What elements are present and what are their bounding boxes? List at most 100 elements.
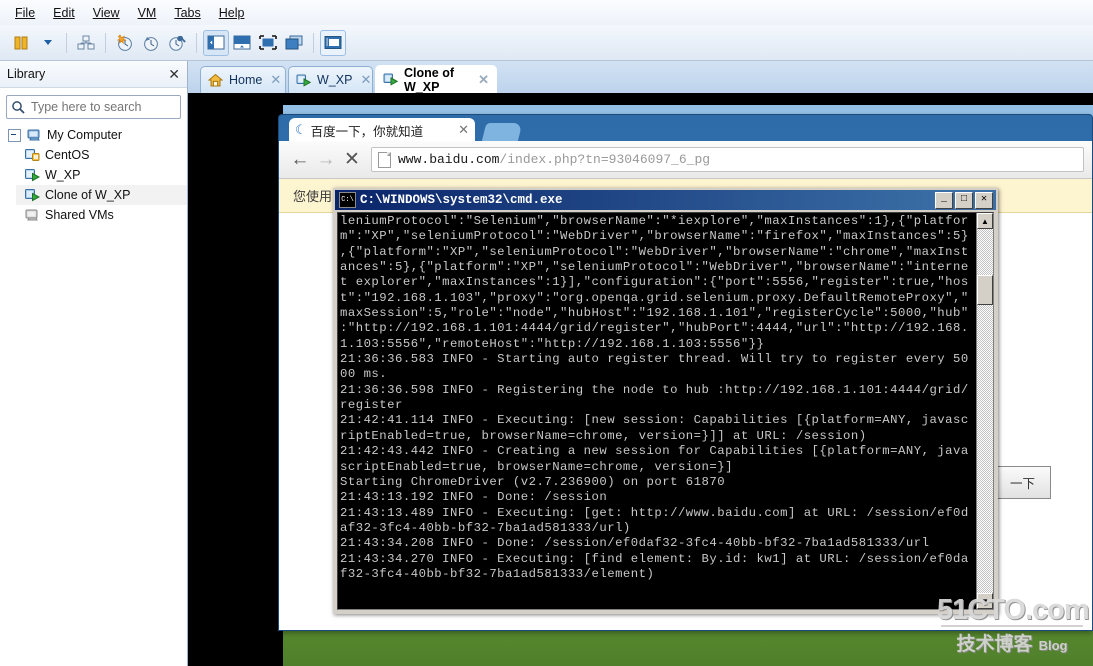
- search-input[interactable]: [29, 99, 194, 115]
- cmd-line: riptEnabled=true, browserName=chrome, ve…: [340, 428, 867, 443]
- tab-clone-of-w-xp[interactable]: Clone of W_XP ✕: [375, 65, 497, 94]
- home-icon: [207, 73, 224, 88]
- manage-snapshots-icon[interactable]: [73, 30, 99, 56]
- cmd-client-area: leniumProtocol":"Selenium","browserName"…: [337, 212, 994, 610]
- maximize-button[interactable]: □: [955, 191, 973, 209]
- close-icon[interactable]: ✕: [270, 72, 281, 88]
- tab-label: W_XP: [317, 73, 353, 87]
- cmd-line: :"http://192.168.1.101:4444/grid/registe…: [340, 321, 969, 336]
- close-icon[interactable]: ✕: [478, 72, 489, 88]
- console-icon: C:\: [339, 192, 356, 208]
- power-on-vm-icon[interactable]: [8, 30, 34, 56]
- menu-tabs[interactable]: Tabs: [165, 3, 209, 23]
- cmd-line: ,{"platform":"XP","seleniumProtocol":"We…: [340, 244, 969, 259]
- cmd-line: 21:42:41.114 INFO - Executing: [new sess…: [340, 413, 969, 428]
- tab-label: Clone of W_XP: [404, 65, 454, 94]
- chrome-toolbar: ← → ✕ www.baidu.com/index.php?tn=9304609…: [279, 141, 1092, 179]
- baidu-search-button-label: 一下: [1009, 477, 1035, 491]
- toolbar-separator: [66, 32, 67, 53]
- cmd-line: 00 ms.: [340, 367, 388, 382]
- cmd-line: maxSession":5,"role":"node","hubHost":"1…: [340, 306, 969, 321]
- tree-item-label: Shared VMs: [45, 208, 114, 222]
- show-thumbnail-bar-icon[interactable]: [229, 30, 255, 56]
- close-button[interactable]: ✕: [975, 191, 993, 209]
- address-bar[interactable]: www.baidu.com/index.php?tn=93046097_6_pg: [371, 147, 1084, 172]
- baidu-search-button[interactable]: 一下: [994, 466, 1051, 499]
- show-library-icon[interactable]: [203, 29, 229, 56]
- search-icon: [11, 100, 25, 114]
- menu-view[interactable]: View: [84, 3, 129, 23]
- cmd-line: 21:36:36.583 INFO - Starting auto regist…: [340, 352, 969, 367]
- console-view-icon[interactable]: [320, 29, 346, 56]
- chrome-tab-baidu[interactable]: ☾ 百度一下，你就知道 ✕: [289, 118, 475, 142]
- cmd-output-text: leniumProtocol":"Selenium","browserName"…: [338, 213, 976, 609]
- cmd-line: f32-3fc4-40bb-bf32-7ba1ad581333/element): [340, 566, 655, 581]
- cmd-line: register: [340, 398, 403, 413]
- new-tab-button[interactable]: [481, 123, 523, 142]
- enter-fullscreen-icon[interactable]: [255, 30, 281, 56]
- close-icon[interactable]: ✕: [444, 122, 469, 138]
- scroll-up-icon[interactable]: ▲: [977, 213, 993, 229]
- unity-mode-icon[interactable]: [281, 30, 307, 56]
- tab-home[interactable]: Home ✕: [200, 66, 286, 93]
- toolbar-separator: [105, 32, 106, 53]
- toolbar-separator: [196, 32, 197, 53]
- menu-file-label: File: [15, 5, 36, 20]
- cmd-scrollbar[interactable]: ▲ ▼: [976, 213, 993, 609]
- collapse-icon[interactable]: [8, 128, 21, 142]
- vmware-workstation-window: File Edit View VM Tabs Help Library ✕ Ty…: [0, 0, 1093, 666]
- tree-item-my-computer[interactable]: My Computer: [0, 125, 187, 145]
- cmd-window-buttons: _ □ ✕: [935, 191, 994, 209]
- cmd-title-text: C:\WINDOWS\system32\cmd.exe: [360, 193, 563, 207]
- tree-item-centos[interactable]: CentOS: [16, 145, 187, 165]
- back-icon[interactable]: ←: [287, 147, 313, 173]
- scrollbar-thumb[interactable]: [977, 275, 993, 305]
- tree-item-w-xp[interactable]: W_XP: [16, 165, 187, 185]
- address-path: /index.php?tn=93046097_6_pg: [499, 152, 711, 167]
- library-title: Library: [7, 67, 46, 81]
- tree-item-clone-of-w-xp[interactable]: Clone of W_XP: [16, 185, 187, 205]
- vm-tab-strip: Home ✕ W_XP ✕ Clone of W_XP ✕: [188, 61, 1093, 94]
- tree-item-shared-vms[interactable]: Shared VMs: [0, 205, 187, 225]
- menu-vm[interactable]: VM: [129, 3, 166, 23]
- forward-icon[interactable]: →: [313, 147, 339, 173]
- scroll-down-icon[interactable]: ▼: [977, 593, 993, 609]
- vm-powered-on-icon: [24, 167, 41, 183]
- shared-vms-icon: [24, 207, 40, 223]
- menu-bar: File Edit View VM Tabs Help: [0, 0, 1093, 25]
- cmd-line: 21:36:36.598 INFO - Registering the node…: [340, 382, 969, 397]
- address-bar-text: www.baidu.com/index.php?tn=93046097_6_pg: [398, 152, 710, 167]
- vm-library-tree: My Computer CentOS W_XP Clone of W_XP Sh…: [0, 125, 187, 225]
- tree-item-label: W_XP: [45, 168, 81, 182]
- toolbar: [0, 25, 1093, 61]
- chrome-tab-title: 百度一下，你就知道: [310, 124, 424, 139]
- cmd-line: 21:43:34.270 INFO - Executing: [find ele…: [340, 551, 969, 566]
- address-host: www.baidu.com: [398, 152, 500, 167]
- cmd-line: scriptEnabled=true, browserName=chrome, …: [340, 459, 733, 474]
- dropdown-caret-icon[interactable]: [34, 30, 60, 56]
- guest-letterbox-left: [188, 93, 283, 666]
- stop-icon[interactable]: ✕: [339, 147, 365, 173]
- menu-help[interactable]: Help: [210, 3, 254, 23]
- library-header: Library ✕: [0, 61, 187, 88]
- snapshot-manager-icon[interactable]: [164, 30, 190, 56]
- tab-w-xp[interactable]: W_XP ✕: [288, 66, 373, 93]
- menu-view-label: View: [92, 5, 120, 20]
- tree-item-label: CentOS: [45, 148, 90, 162]
- baidu-favicon: ☾: [295, 122, 307, 137]
- close-icon[interactable]: ✕: [360, 72, 371, 88]
- computer-icon: [26, 127, 42, 143]
- cmd-title-bar[interactable]: C:\ C:\WINDOWS\system32\cmd.exe _ □ ✕: [335, 190, 996, 210]
- library-search[interactable]: [6, 95, 205, 119]
- command-prompt-window[interactable]: C:\ C:\WINDOWS\system32\cmd.exe _ □ ✕ le…: [333, 188, 998, 614]
- menu-edit[interactable]: Edit: [44, 3, 84, 23]
- take-snapshot-icon[interactable]: [112, 30, 138, 56]
- close-icon[interactable]: ✕: [168, 67, 180, 81]
- vm-powered-on-icon: [383, 72, 399, 87]
- menu-file[interactable]: File: [6, 3, 44, 23]
- notification-text: 您使用: [293, 189, 333, 204]
- page-icon: [378, 151, 391, 168]
- cmd-line: Starting ChromeDriver (v2.7.236900) on p…: [340, 474, 726, 489]
- revert-snapshot-icon[interactable]: [138, 30, 164, 56]
- minimize-button[interactable]: _: [935, 191, 953, 209]
